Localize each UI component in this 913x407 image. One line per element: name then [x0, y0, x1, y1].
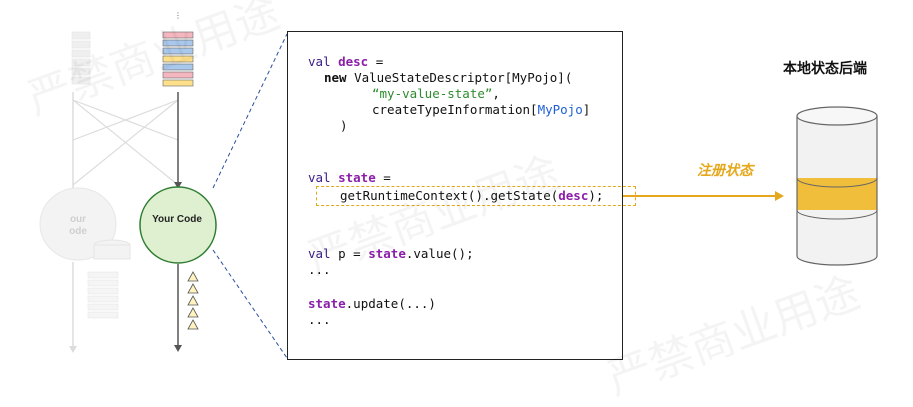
zoom-line-top [212, 33, 288, 189]
variable: state [308, 296, 346, 311]
code-text: p = [338, 246, 369, 261]
your-code-label: Your Code [152, 214, 202, 225]
code-line-2: new ValueStateDescriptor[MyPojo]( [324, 70, 572, 86]
code-text: ] [582, 102, 591, 117]
code-line-4: createTypeInformation[MyPojo] [372, 102, 590, 118]
variable: state [338, 170, 376, 185]
code-line-7: getRuntimeContext().getState(desc); [340, 188, 603, 204]
code-text: , [492, 86, 500, 101]
ghost-code-line2: ode [69, 226, 87, 237]
svg-text:⋮: ⋮ [174, 11, 182, 20]
ghost-code-label: our ode [58, 214, 98, 238]
register-state-label: 注册状态 [697, 163, 753, 179]
zoom-line-bottom [212, 249, 288, 359]
code-text: ValueStateDescriptor[MyPojo]( [346, 70, 573, 85]
code-panel: val desc = new ValueStateDescriptor[MyPo… [287, 31, 636, 360]
register-arrowhead [775, 191, 784, 201]
code-text: createTypeInformation[ [372, 102, 538, 117]
code-line-5: ) [340, 118, 348, 133]
state-backend-cylinder-icon [796, 106, 878, 266]
code-text: .update(...) [345, 296, 436, 311]
code-line-6: val state = [308, 170, 391, 186]
input-records: ⋮ [162, 11, 194, 87]
code-text: getRuntimeContext().getState( [340, 188, 559, 203]
code-line-9: ... [308, 262, 331, 277]
code-line-8: val p = state.value(); [308, 246, 474, 262]
code-line-10: state.update(...) [308, 296, 436, 312]
variable: state [368, 246, 406, 261]
state-backend-title: 本地状态后端 [783, 61, 867, 77]
ghost-code-line1: our [69, 214, 87, 225]
code-line-3: “my-value-state”, [372, 86, 500, 102]
code-text: .value(); [405, 246, 474, 261]
code-line-1: val desc = [308, 54, 383, 70]
keyword: val [308, 54, 339, 69]
code-text: = [368, 54, 384, 69]
keyword: val [308, 246, 339, 261]
code-text: = [375, 170, 391, 185]
variable: desc [558, 188, 589, 203]
variable: desc [338, 54, 369, 69]
keyword: val [308, 170, 339, 185]
code-line-11: ... [308, 312, 331, 327]
output-arrowhead [174, 345, 182, 352]
string-literal: “my-value-state” [372, 86, 493, 101]
code-text: ); [588, 188, 604, 203]
output-records [187, 271, 199, 330]
type-name: MyPojo [537, 102, 583, 117]
keyword: new [324, 70, 347, 85]
